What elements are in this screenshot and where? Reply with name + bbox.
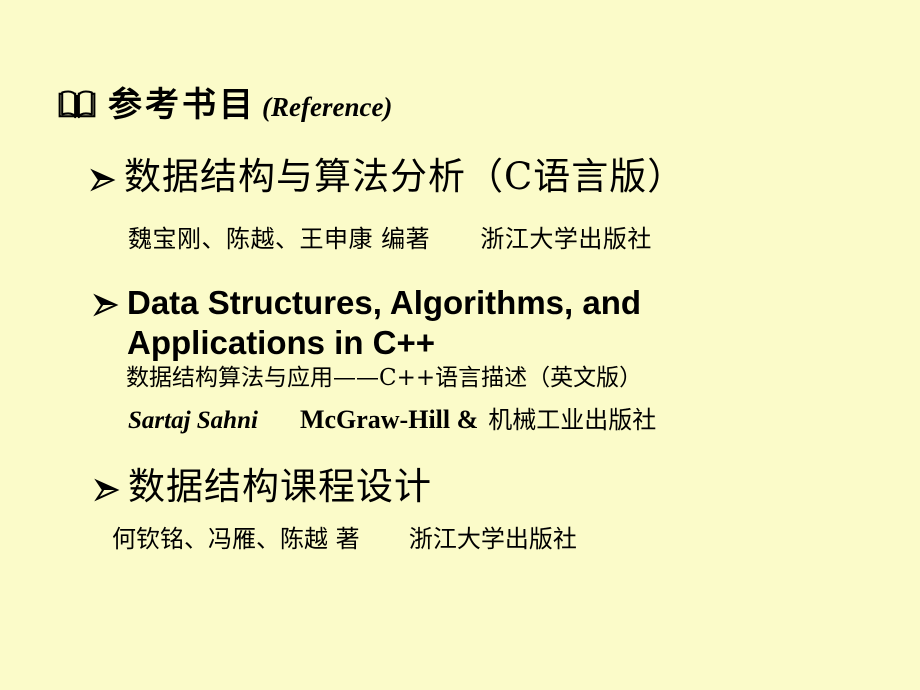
- slide-canvas: 参考书目 (Reference) 数据结构与算法分析（C语言版） 魏宝刚、陈越、…: [0, 0, 920, 690]
- reference-entry-1-title: 数据结构与算法分析（C语言版）: [124, 155, 686, 198]
- reference-entry-3-publisher: 浙江大学出版社: [408, 525, 577, 553]
- reference-entry-1-publisher: 浙江大学出版社: [480, 225, 652, 253]
- arrow-bullet-icon: [94, 477, 120, 503]
- arrow-bullet-icon: [90, 167, 116, 193]
- reference-entry-2-title: Data Structures, Algorithms, and Applica…: [127, 283, 641, 364]
- page-title-cn: 参考书目: [108, 85, 256, 125]
- reference-entry-1-title-row: 数据结构与算法分析（C语言版）: [90, 155, 686, 198]
- reference-entry-2-subtitle: 数据结构算法与应用——C++语言描述（英文版）: [126, 365, 643, 391]
- reference-entry-3-title-row: 数据结构课程设计: [94, 465, 432, 508]
- reference-entry-2-authors: Sartaj Sahni: [128, 407, 258, 434]
- page-title-en: (Reference): [262, 92, 393, 122]
- reference-entry-3-credits: 何钦铭、冯雁、陈越 著 浙江大学出版社: [112, 526, 577, 552]
- reference-entry-3-title: 数据结构课程设计: [128, 465, 432, 508]
- open-book-icon: [58, 90, 96, 120]
- reference-entry-3-authors: 何钦铭、冯雁、陈越 著: [112, 525, 360, 553]
- reference-entry-1-credits: 魏宝刚、陈越、王申康 编著 浙江大学出版社: [128, 226, 652, 252]
- reference-entry-2-credits: Sartaj Sahni McGraw-Hill & 机械工业出版社: [128, 405, 657, 435]
- reference-entry-2-publisher-cn: 机械工业出版社: [488, 406, 657, 434]
- reference-entry-1-authors: 魏宝刚、陈越、王申康 编著: [128, 225, 431, 253]
- arrow-bullet-icon: [93, 292, 119, 318]
- page-title: 参考书目 (Reference): [58, 86, 392, 122]
- reference-entry-2-publisher-en: McGraw-Hill &: [299, 405, 479, 434]
- reference-entry-2-title-line1: Data Structures, Algorithms, and: [127, 284, 642, 321]
- reference-entry-2-title-line2: Applications in C++: [127, 324, 436, 362]
- reference-entry-2-title-row: Data Structures, Algorithms, and Applica…: [93, 283, 641, 364]
